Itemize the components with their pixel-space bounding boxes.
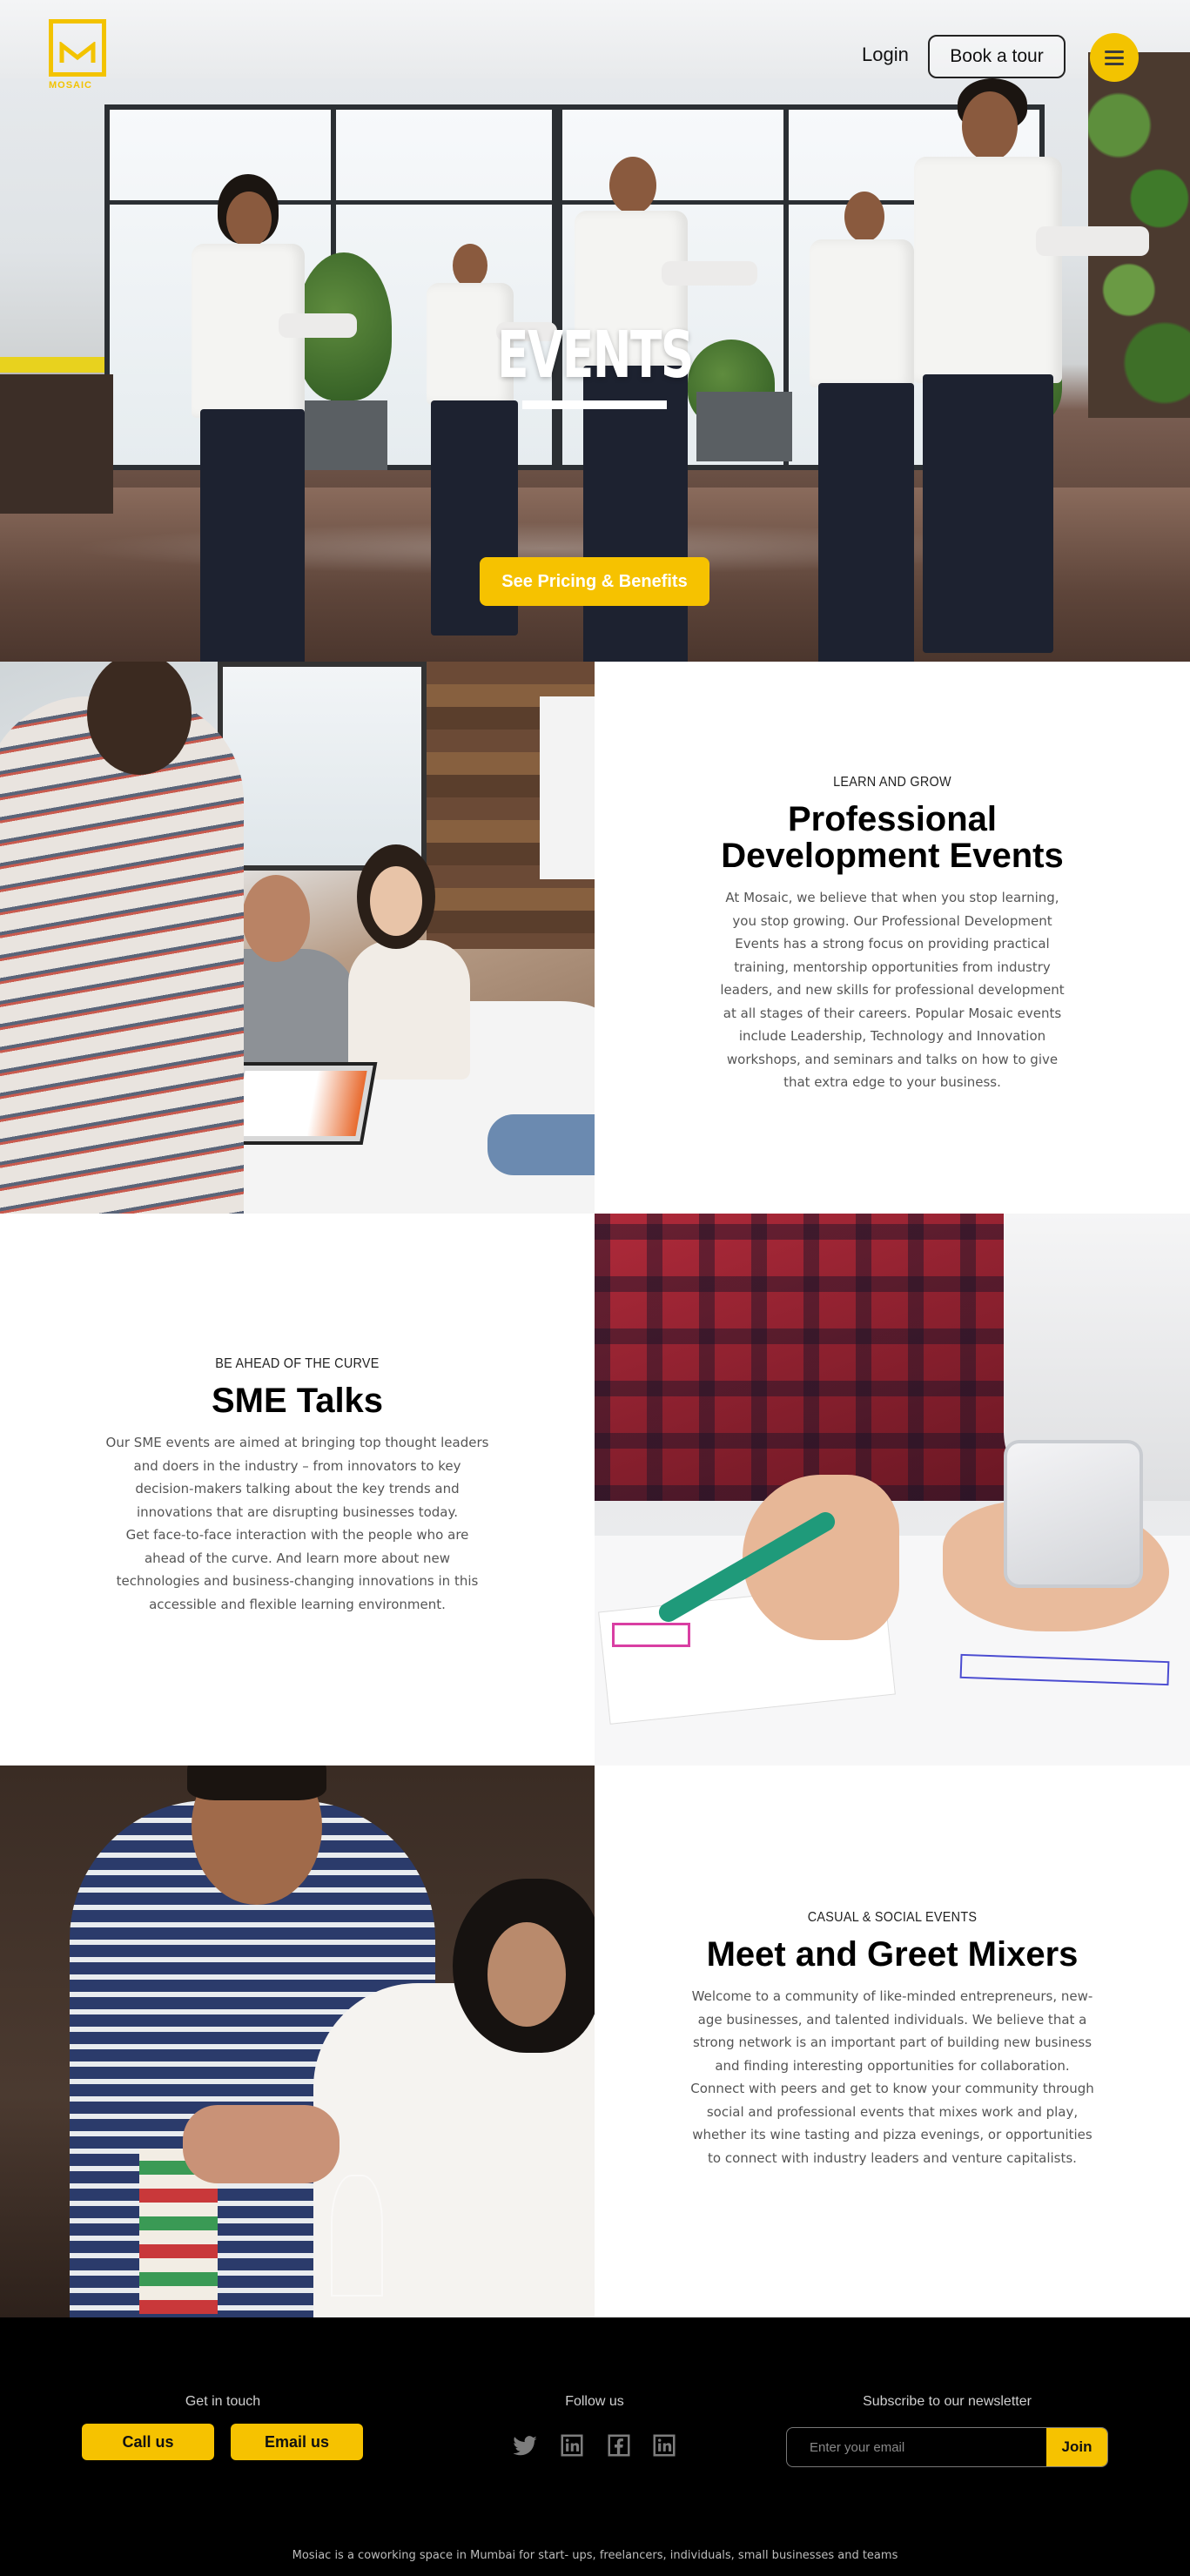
professional-development-text: LEARN AND GROW Professional Development … [595, 662, 1190, 1214]
logo-m-icon [59, 42, 96, 63]
cabinet [0, 374, 113, 514]
section-body: Welcome to a community of like-minded en… [690, 1988, 1094, 2166]
section-heading: Professional Development Events [595, 801, 1190, 874]
page-title: EVENTS [497, 318, 694, 393]
hamburger-icon [1105, 50, 1124, 53]
twitter-icon[interactable] [512, 2432, 538, 2458]
footer: Get in touch Call us Email us Follow us … [0, 2317, 1190, 2576]
plant-pot [696, 392, 792, 461]
title-underline [522, 400, 667, 409]
section-body: Our SME events are aimed at bringing top… [105, 1435, 489, 1520]
section-body: At Mosaic, we believe that when you stop… [720, 890, 1065, 1090]
sme-talks-section: BE AHEAD OF THE CURVE SME Talks Our SME … [0, 1214, 1190, 1766]
section-heading: SME Talks [211, 1382, 384, 1420]
menu-button[interactable] [1090, 33, 1139, 82]
newsletter-email-input[interactable] [787, 2428, 1048, 2466]
call-us-button[interactable]: Call us [82, 2424, 214, 2460]
heading-line: Development Events [721, 837, 1064, 875]
footer-tagline: Mosiac is a coworking space in Mumbai fo… [292, 2549, 898, 2562]
facebook-icon[interactable] [606, 2432, 632, 2458]
section-eyebrow: LEARN AND GROW [833, 775, 951, 790]
linkedin-icon[interactable] [559, 2432, 585, 2458]
sme-talks-text: BE AHEAD OF THE CURVE SME Talks Our SME … [0, 1214, 595, 1766]
section-eyebrow: CASUAL & SOCIAL EVENTS [807, 1910, 978, 1925]
plant-pot [300, 400, 387, 470]
pricing-benefits-button[interactable]: See Pricing & Benefits [480, 557, 709, 606]
hamburger-icon [1105, 57, 1124, 59]
section-eyebrow: BE AHEAD OF THE CURVE [215, 1356, 380, 1371]
mixers-text: CASUAL & SOCIAL EVENTS Meet and Greet Mi… [595, 1766, 1190, 2317]
meeting-photo [0, 662, 595, 1214]
professional-development-section: LEARN AND GROW Professional Development … [0, 662, 1190, 1214]
mixers-section: CASUAL & SOCIAL EVENTS Meet and Greet Mi… [0, 1766, 1190, 2317]
login-link[interactable]: Login [862, 44, 909, 66]
newsletter-form: Join [786, 2427, 1108, 2467]
book-tour-button[interactable]: Book a tour [928, 35, 1066, 78]
yellow-desk [0, 357, 104, 373]
join-button[interactable]: Join [1046, 2428, 1107, 2466]
linkedin-icon[interactable] [651, 2432, 677, 2458]
mosaic-logo[interactable]: MOSAIC [49, 19, 110, 92]
newsletter-title: Subscribe to our newsletter [863, 2394, 1032, 2409]
hamburger-icon [1105, 63, 1124, 65]
email-us-button[interactable]: Email us [231, 2424, 363, 2460]
section-heading: Meet and Greet Mixers [706, 1935, 1079, 1974]
heading-line: Professional [787, 800, 998, 838]
logo-text: MOSAIC [49, 80, 92, 91]
hero-section: MOSAIC Login Book a tour EVENTS See Pric… [0, 0, 1190, 662]
follow-us-title: Follow us [565, 2394, 624, 2409]
get-in-touch-title: Get in touch [185, 2394, 261, 2409]
section-body: Get face-to-face interaction with the pe… [116, 1527, 479, 1612]
jenga-photo [0, 1766, 595, 2317]
pen-phone-photo [595, 1214, 1190, 1766]
